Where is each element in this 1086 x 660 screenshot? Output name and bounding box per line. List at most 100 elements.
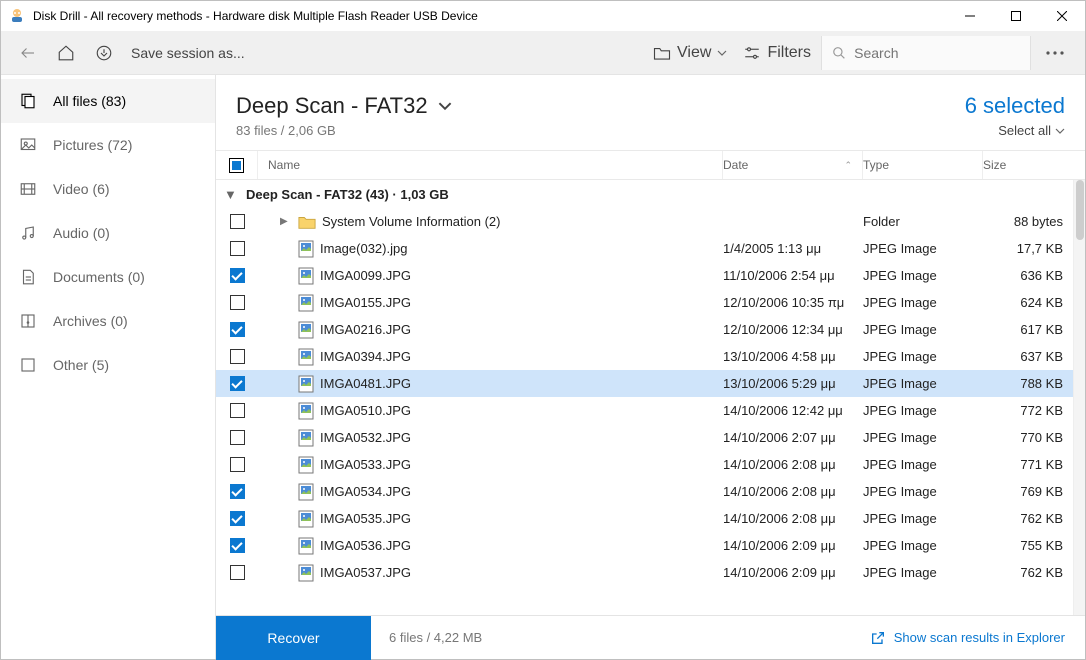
scan-title-dropdown[interactable]: Deep Scan - FAT32 (236, 93, 965, 119)
column-checkbox-header[interactable] (216, 151, 258, 179)
file-date: 12/10/2006 10:35 πμ (723, 295, 863, 310)
select-all-checkbox[interactable] (229, 158, 244, 173)
app-icon (9, 8, 25, 24)
group-row[interactable]: ▼ Deep Scan - FAT32 (43) · 1,03 GB (216, 180, 1073, 208)
filters-button[interactable]: Filters (737, 36, 817, 70)
column-type[interactable]: Type (863, 151, 983, 179)
table-row[interactable]: IMGA0537.JPG14/10/2006 2:09 μμJPEG Image… (216, 559, 1073, 586)
file-name: IMGA0155.JPG (320, 295, 411, 310)
column-date[interactable]: Date⌃ (723, 151, 863, 179)
search-box[interactable] (821, 36, 1031, 70)
table-row[interactable]: Image(032).jpg1/4/2005 1:13 μμJPEG Image… (216, 235, 1073, 262)
row-checkbox[interactable] (230, 268, 245, 283)
sidebar-item-label: All files (83) (53, 93, 126, 109)
file-name: IMGA0534.JPG (320, 484, 411, 499)
sidebar-item-video[interactable]: Video (6) (1, 167, 215, 211)
more-button[interactable] (1035, 36, 1075, 70)
expand-icon[interactable]: ▶ (280, 216, 292, 227)
main-panel: Deep Scan - FAT32 83 files / 2,06 GB 6 s… (216, 75, 1085, 659)
sidebar-item-pictures[interactable]: Pictures (72) (1, 123, 215, 167)
table-row[interactable]: IMGA0534.JPG14/10/2006 2:08 μμJPEG Image… (216, 478, 1073, 505)
row-checkbox[interactable] (230, 322, 245, 337)
image-file-icon (298, 294, 314, 312)
table-row[interactable]: IMGA0510.JPG14/10/2006 12:42 μμJPEG Imag… (216, 397, 1073, 424)
archive-icon (19, 312, 37, 330)
image-file-icon (298, 375, 314, 393)
scan-title-text: Deep Scan - FAT32 (236, 93, 428, 119)
window-close-button[interactable] (1039, 1, 1085, 31)
row-checkbox[interactable] (230, 214, 245, 229)
row-checkbox[interactable] (230, 565, 245, 580)
filters-label: Filters (767, 44, 811, 62)
search-input[interactable] (854, 45, 1020, 61)
sidebar-item-label: Video (6) (53, 181, 110, 197)
scan-subtitle: 83 files / 2,06 GB (236, 123, 965, 138)
save-session-button[interactable] (87, 36, 121, 70)
sliders-icon (743, 45, 761, 61)
file-name: System Volume Information (2) (322, 214, 500, 229)
table-row[interactable]: IMGA0481.JPG13/10/2006 5:29 μμJPEG Image… (216, 370, 1073, 397)
row-checkbox[interactable] (230, 511, 245, 526)
back-button[interactable] (11, 36, 45, 70)
files-icon (19, 92, 37, 110)
table-row[interactable]: IMGA0216.JPG12/10/2006 12:34 μμJPEG Imag… (216, 316, 1073, 343)
image-file-icon (298, 267, 314, 285)
row-checkbox[interactable] (230, 403, 245, 418)
row-checkbox[interactable] (230, 430, 245, 445)
file-date: 14/10/2006 12:42 μμ (723, 403, 863, 418)
sidebar-item-label: Pictures (72) (53, 137, 132, 153)
chevron-down-icon (717, 48, 727, 58)
table-row[interactable]: IMGA0536.JPG14/10/2006 2:09 μμJPEG Image… (216, 532, 1073, 559)
sidebar-item-audio[interactable]: Audio (0) (1, 211, 215, 255)
row-checkbox[interactable] (230, 241, 245, 256)
audio-icon (19, 224, 37, 242)
table-row[interactable]: IMGA0533.JPG14/10/2006 2:08 μμJPEG Image… (216, 451, 1073, 478)
column-size[interactable]: Size (983, 151, 1073, 179)
window-maximize-button[interactable] (993, 1, 1039, 31)
sidebar-item-all-files[interactable]: All files (83) (1, 79, 215, 123)
explorer-link-label: Show scan results in Explorer (894, 630, 1065, 645)
select-all-dropdown[interactable]: Select all (998, 123, 1065, 138)
file-date: 11/10/2006 2:54 μμ (723, 268, 863, 283)
column-name[interactable]: Name (258, 151, 723, 179)
table-row[interactable]: IMGA0099.JPG11/10/2006 2:54 μμJPEG Image… (216, 262, 1073, 289)
row-checkbox[interactable] (230, 457, 245, 472)
show-in-explorer-link[interactable]: Show scan results in Explorer (870, 630, 1065, 646)
file-type: JPEG Image (863, 241, 983, 256)
row-checkbox[interactable] (230, 376, 245, 391)
sidebar-item-archives[interactable]: Archives (0) (1, 299, 215, 343)
file-list: ▼ Deep Scan - FAT32 (43) · 1,03 GB ▶ Syst… (216, 180, 1073, 615)
sidebar-item-other[interactable]: Other (5) (1, 343, 215, 387)
file-size: 755 KB (983, 538, 1073, 553)
table-row[interactable]: IMGA0394.JPG13/10/2006 4:58 μμJPEG Image… (216, 343, 1073, 370)
view-dropdown[interactable]: View (647, 36, 733, 70)
scrollbar-thumb[interactable] (1076, 180, 1084, 240)
sidebar-item-label: Other (5) (53, 357, 109, 373)
row-checkbox[interactable] (230, 349, 245, 364)
table-row[interactable]: IMGA0532.JPG14/10/2006 2:07 μμJPEG Image… (216, 424, 1073, 451)
image-file-icon (298, 402, 314, 420)
file-name: IMGA0536.JPG (320, 538, 411, 553)
window-minimize-button[interactable] (947, 1, 993, 31)
file-date: 14/10/2006 2:07 μμ (723, 430, 863, 445)
home-button[interactable] (49, 36, 83, 70)
footer: Recover 6 files / 4,22 MB Show scan resu… (216, 615, 1085, 659)
file-name: IMGA0099.JPG (320, 268, 411, 283)
table-row[interactable]: IMGA0155.JPG12/10/2006 10:35 πμJPEG Imag… (216, 289, 1073, 316)
chevron-down-icon (1055, 126, 1065, 136)
table-row[interactable]: IMGA0535.JPG14/10/2006 2:08 μμJPEG Image… (216, 505, 1073, 532)
table-row[interactable]: ▶System Volume Information (2)Folder88 b… (216, 208, 1073, 235)
file-size: 617 KB (983, 322, 1073, 337)
sidebar-item-documents[interactable]: Documents (0) (1, 255, 215, 299)
row-checkbox[interactable] (230, 295, 245, 310)
file-type: JPEG Image (863, 403, 983, 418)
vertical-scrollbar[interactable] (1073, 180, 1085, 615)
recover-button[interactable]: Recover (216, 616, 371, 660)
row-checkbox[interactable] (230, 538, 245, 553)
file-list-area: ▼ Deep Scan - FAT32 (43) · 1,03 GB ▶ Syst… (216, 180, 1085, 615)
row-checkbox[interactable] (230, 484, 245, 499)
image-file-icon (298, 537, 314, 555)
file-size: 636 KB (983, 268, 1073, 283)
collapse-icon: ▼ (224, 187, 240, 202)
file-name: IMGA0533.JPG (320, 457, 411, 472)
